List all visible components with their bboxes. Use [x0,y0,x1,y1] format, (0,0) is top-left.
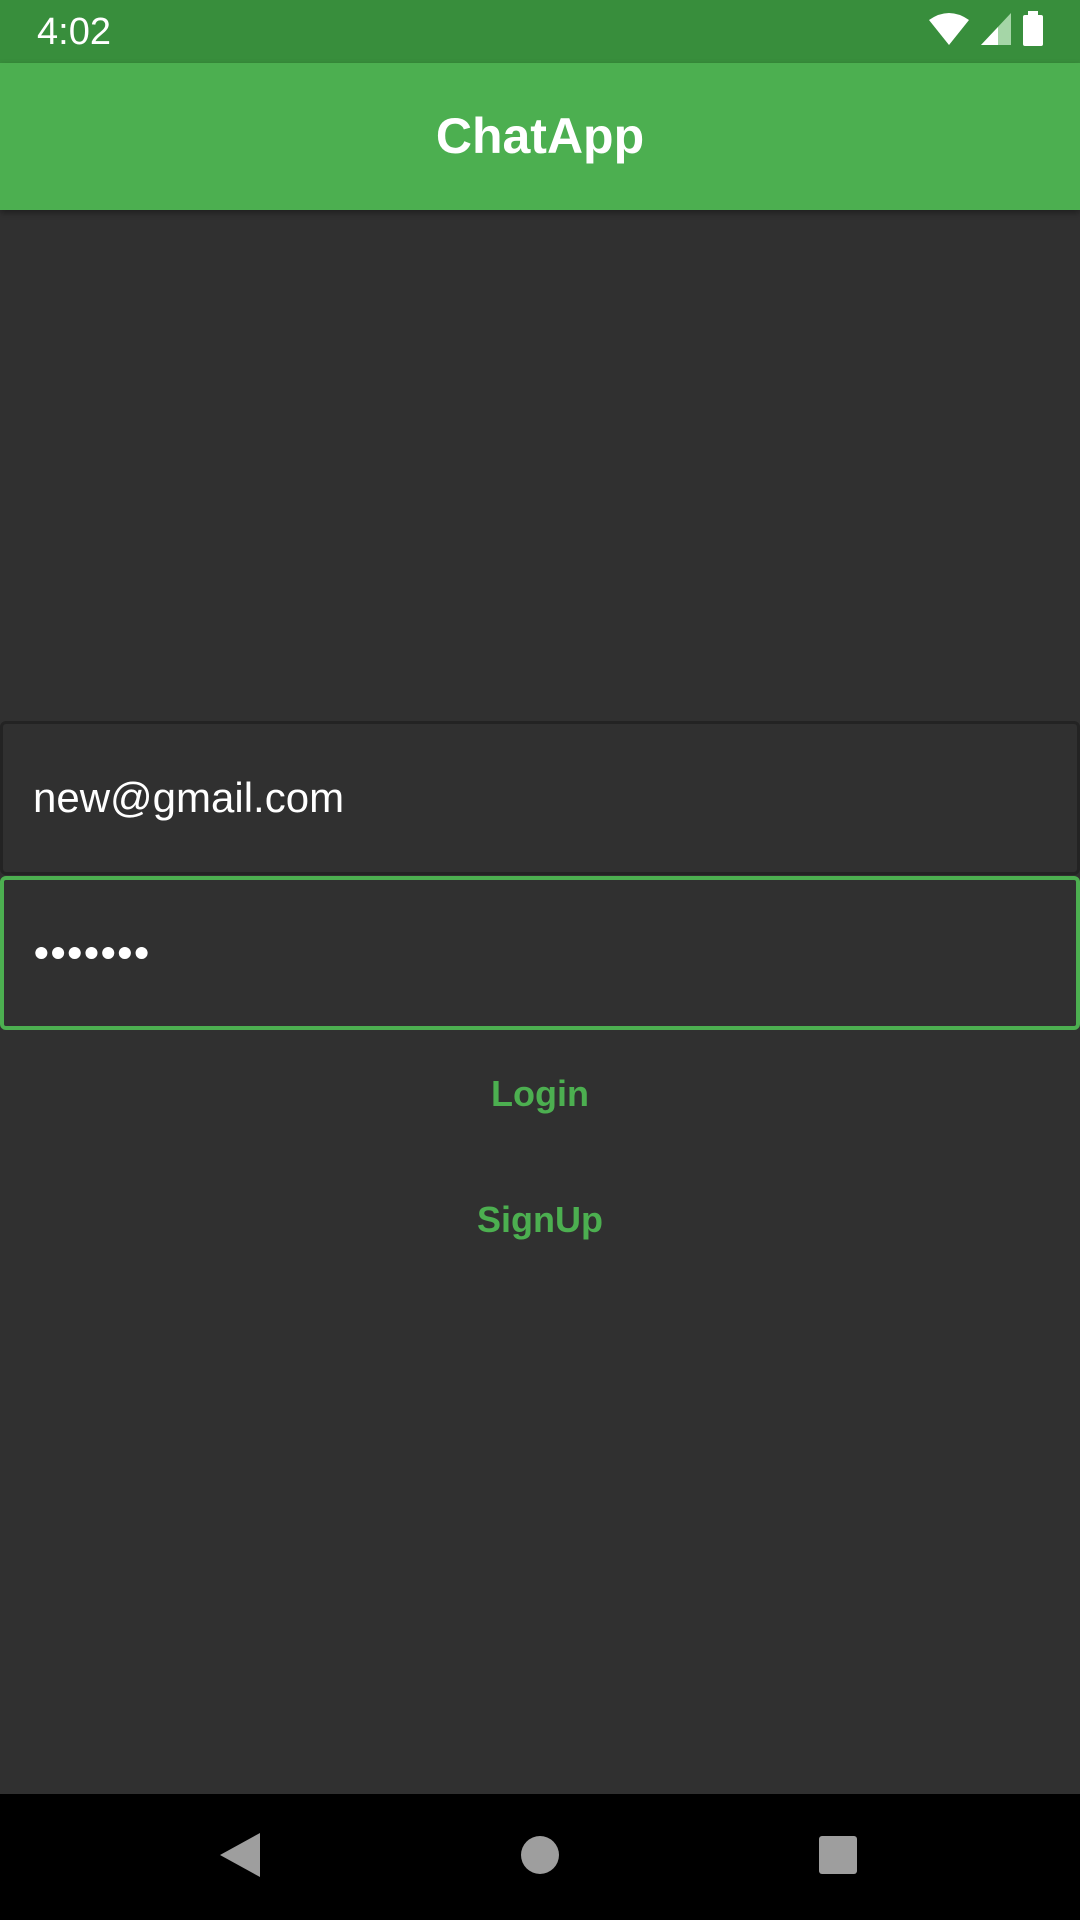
cell-signal-icon [980,12,1012,51]
status-icons [928,10,1044,52]
password-value: ••••••• [34,929,151,976]
battery-icon [1022,10,1044,52]
recents-button[interactable] [778,1794,898,1920]
wifi-icon [928,12,970,51]
navigation-bar [0,1794,1080,1920]
login-screen: 4:02 ChatApp new@gmail.com ••••••• Login… [0,0,1080,1920]
home-button[interactable] [480,1794,600,1920]
email-value: new@gmail.com [33,774,345,821]
home-icon [520,1835,560,1880]
signup-button[interactable]: SignUp [390,1180,690,1260]
back-button[interactable] [180,1794,300,1920]
login-button[interactable]: Login [390,1054,690,1134]
password-field[interactable]: ••••••• [0,876,1080,1030]
email-field[interactable]: new@gmail.com [0,721,1080,875]
status-bar: 4:02 [0,0,1080,63]
app-title: ChatApp [435,108,645,164]
recents-icon [818,1835,858,1880]
status-time: 4:02 [37,11,111,53]
back-icon [218,1831,262,1884]
app-bar: ChatApp [0,63,1080,210]
